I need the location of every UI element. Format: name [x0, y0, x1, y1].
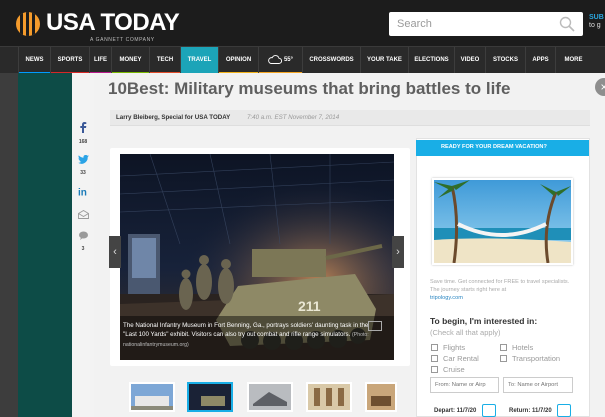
checkbox-car-rental[interactable]: Car Rental	[431, 354, 479, 363]
comment-count: 3	[81, 246, 85, 252]
photo-caption: The National Infantry Museum in Fort Ben…	[123, 321, 373, 350]
comment-icon	[78, 231, 88, 240]
masthead: USA TODAY A GANNETT COMPANY SUB to g	[0, 0, 605, 46]
subscribe-link[interactable]: SUB	[589, 14, 604, 21]
facebook-share[interactable]: 168	[72, 120, 94, 145]
nav-apps[interactable]: APPS	[525, 47, 555, 74]
search-icon[interactable]	[559, 16, 575, 32]
depart-date-label: Depart: 11/7/20	[434, 408, 477, 414]
fullscreen-icon[interactable]	[368, 321, 382, 331]
section-rail	[18, 73, 74, 417]
facebook-icon	[80, 122, 87, 133]
thumbnail-image	[367, 384, 395, 410]
cloud-icon	[268, 55, 282, 64]
subscribe-subtext: to g	[589, 22, 601, 29]
usa-today-globe-logo[interactable]	[16, 12, 40, 36]
caption-text: The National Infantry Museum in Fort Ben…	[123, 322, 369, 338]
svg-text:211: 211	[298, 298, 321, 314]
twitter-icon	[77, 154, 89, 164]
nav-video[interactable]: VIDEO	[454, 47, 485, 74]
checkbox-cruise[interactable]: Cruise	[431, 365, 465, 374]
linkedin-share[interactable]: in	[72, 183, 94, 201]
article-byline: Larry Bleiberg, Special for USA TODAY	[116, 114, 231, 121]
main-nav: NEWS SPORTS LIFE MONEY TECH TRAVEL OPINI…	[0, 46, 605, 74]
article-dateline: 7:40 a.m. EST November 7, 2014	[247, 114, 340, 121]
nav-stocks[interactable]: STOCKS	[485, 47, 525, 74]
beach-hammock-image	[434, 180, 571, 263]
ad-beach-image[interactable]	[432, 178, 573, 265]
checkbox-transportation[interactable]: Transportation	[500, 354, 560, 363]
site-logo-text[interactable]: USA TODAY	[46, 10, 180, 36]
nav-tech[interactable]: TECH	[149, 47, 180, 74]
nav-more[interactable]: MORE	[555, 47, 591, 74]
gallery-thumbnail[interactable]	[306, 382, 352, 412]
checkbox-flights[interactable]: Flights	[431, 343, 465, 352]
thumbnail-image	[249, 384, 291, 410]
thumbnail-image	[308, 384, 350, 410]
gallery-thumbnail-active[interactable]	[187, 382, 233, 412]
twitter-share[interactable]: 33	[72, 151, 94, 176]
thumbnail-image	[131, 384, 173, 410]
left-rail	[0, 73, 18, 417]
linkedin-icon: in	[78, 188, 87, 199]
nav-travel[interactable]: TRAVEL	[180, 47, 218, 74]
twitter-count: 33	[80, 170, 86, 176]
nav-life[interactable]: LIFE	[89, 47, 111, 74]
nav-weather[interactable]: 55°	[258, 47, 302, 74]
search-input[interactable]	[389, 12, 549, 36]
email-icon	[77, 209, 89, 219]
checkbox-hotels[interactable]: Hotels	[500, 343, 533, 352]
logo-subtitle: A GANNETT COMPANY	[90, 37, 155, 43]
from-airport-input[interactable]	[430, 377, 499, 393]
email-share[interactable]	[72, 206, 94, 224]
gallery-thumbnail[interactable]	[129, 382, 175, 412]
to-airport-input[interactable]	[503, 377, 573, 393]
ad-form-heading: To begin, I'm interested in:	[430, 316, 538, 326]
comment-share[interactable]: 3	[72, 227, 94, 252]
svg-text:in: in	[78, 188, 87, 197]
search-box	[389, 12, 583, 36]
gallery-thumbnail[interactable]	[247, 382, 293, 412]
ad-copy: Save time. Get connected for FREE to tra…	[430, 278, 580, 302]
nav-your-take[interactable]: YOUR TAKE	[360, 47, 408, 74]
nav-elections[interactable]: ELECTIONS	[408, 47, 454, 74]
nav-news[interactable]: NEWS	[18, 47, 50, 74]
gallery-next-button[interactable]: ›	[392, 236, 404, 268]
calendar-icon[interactable]	[482, 404, 496, 417]
nav-money[interactable]: MONEY	[111, 47, 149, 74]
nav-sports[interactable]: SPORTS	[50, 47, 89, 74]
gallery-prev-button[interactable]: ‹	[109, 236, 121, 268]
nav-crosswords[interactable]: CROSSWORDS	[302, 47, 360, 74]
ad-form-subheading: (Check all that apply)	[430, 328, 501, 337]
ad-copy-text: Save time. Get connected for FREE to tra…	[430, 279, 570, 293]
gallery-thumbnail[interactable]	[365, 382, 397, 412]
tripology-link[interactable]: tripology.com	[430, 295, 463, 301]
calendar-icon[interactable]	[557, 404, 571, 417]
article-headline: 10Best: Military museums that bring batt…	[108, 79, 511, 98]
return-date-label: Return: 11/7/20	[509, 408, 552, 414]
nav-opinion[interactable]: OPINION	[218, 47, 258, 74]
thumbnail-image	[189, 384, 231, 410]
facebook-count: 168	[78, 139, 88, 145]
ad-ribbon-text: READY FOR YOUR DREAM VACATION?	[441, 144, 547, 150]
